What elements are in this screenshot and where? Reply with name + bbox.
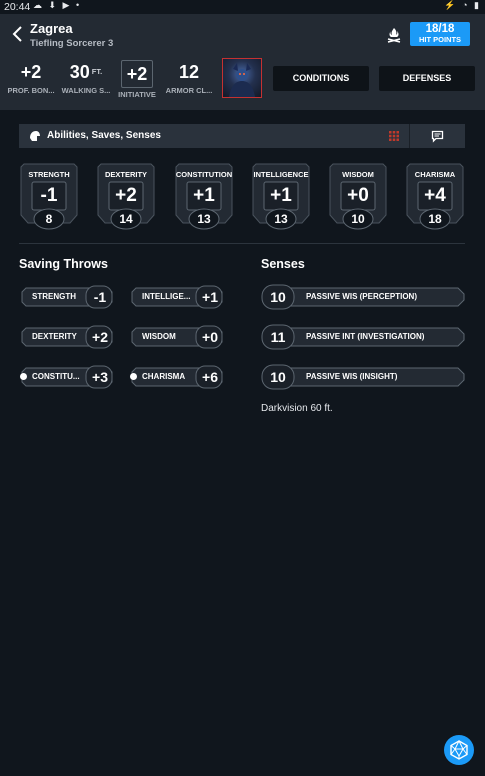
save-label: CONSTITU... — [32, 372, 80, 381]
ability-charisma[interactable]: CHARISMA +4 18 — [406, 163, 464, 232]
sense-value: 10 — [270, 289, 286, 305]
sense-label: PASSIVE INT (INVESTIGATION) — [306, 332, 425, 341]
ability-dexterity[interactable]: DEXTERITY +2 14 — [97, 163, 155, 232]
save-value: -1 — [93, 289, 107, 305]
save-value: +6 — [202, 369, 218, 385]
short-rest-campfire-icon[interactable] — [386, 27, 402, 43]
ability-name: STRENGTH — [28, 170, 70, 179]
ability-modifier: +2 — [115, 185, 137, 206]
save-constitution[interactable]: CONSTITU... +3 — [20, 364, 114, 390]
sense-label: PASSIVE WIS (PERCEPTION) — [306, 292, 417, 301]
ability-score: 13 — [197, 212, 211, 226]
save-label: CHARISMA — [142, 372, 186, 381]
sense-passive-perception[interactable]: 10 PASSIVE WIS (PERCEPTION) — [261, 284, 466, 310]
character-avatar[interactable] — [222, 58, 262, 98]
walking-speed-value: 30 — [69, 62, 90, 82]
character-header: Zagrea Tiefling Sorcerer 3 18/18 HIT POI… — [0, 14, 485, 110]
back-arrow-icon[interactable] — [10, 24, 26, 44]
notification-icons: ☁ ⬇ ▶ • — [33, 0, 82, 10]
walking-speed[interactable]: 30 FT. WALKING S... — [58, 62, 114, 95]
ability-modifier: +1 — [270, 185, 292, 206]
ability-score: 14 — [119, 212, 133, 226]
ability-name: INTELLIGENCE — [253, 170, 309, 179]
ability-wisdom[interactable]: WISDOM +0 10 — [329, 163, 387, 232]
darkvision-note: Darkvision 60 ft. — [261, 403, 333, 414]
proficiency-dot-icon — [130, 373, 137, 380]
ability-name: WISDOM — [342, 170, 374, 179]
save-label: DEXTERITY — [32, 332, 77, 341]
ability-score: 13 — [274, 212, 288, 226]
character-name: Zagrea — [30, 21, 73, 36]
hit-points-button[interactable]: 18/18 HIT POINTS — [410, 22, 470, 46]
chat-bubble-icon[interactable] — [431, 130, 444, 143]
ability-name: DEXTERITY — [104, 170, 148, 179]
section-separator — [409, 124, 410, 148]
save-label: STRENGTH — [32, 292, 76, 301]
save-label: INTELLIGE... — [142, 292, 191, 301]
ability-modifier: -1 — [40, 185, 58, 206]
grid-menu-icon[interactable] — [389, 131, 399, 141]
save-intelligence[interactable]: INTELLIGE... +1 — [130, 284, 224, 310]
proficiency-bonus[interactable]: +2 PROF. BON... — [4, 62, 58, 95]
section-selector[interactable]: Abilities, Saves, Senses — [19, 124, 465, 148]
ability-modifier: +4 — [424, 185, 446, 206]
armor-class[interactable]: 12 ARMOR CL... — [162, 62, 216, 95]
ability-modifier: +1 — [193, 185, 215, 206]
ability-strength[interactable]: STRENGTH -1 8 — [20, 163, 78, 232]
initiative-value[interactable]: +2 — [121, 60, 153, 88]
save-value: +3 — [92, 369, 108, 385]
initiative: INITIATIVE — [114, 88, 160, 99]
walking-speed-label: WALKING S... — [61, 86, 111, 95]
ability-name: CONSTITUTION — [175, 170, 233, 179]
proficiency-bonus-label: PROF. BON... — [7, 86, 55, 95]
proficiency-dot-icon — [20, 373, 27, 380]
proficiency-bonus-value: +2 — [20, 62, 42, 82]
sense-passive-investigation[interactable]: 11 PASSIVE INT (INVESTIGATION) — [261, 324, 466, 350]
ability-modifier: +0 — [347, 185, 369, 206]
ability-name: CHARISMA — [414, 170, 456, 179]
senses-title: Senses — [261, 257, 305, 271]
save-strength[interactable]: STRENGTH -1 — [20, 284, 114, 310]
status-bar: 20:44 ☁ ⬇ ▶ • ⚡ ◔ ▮ — [0, 0, 485, 14]
hit-points-value: 18/18 — [425, 23, 455, 35]
character-subtitle: Tiefling Sorcerer 3 — [30, 38, 114, 49]
d20-icon — [450, 739, 468, 760]
conditions-button[interactable]: CONDITIONS — [273, 66, 369, 91]
system-icons: ⚡ ◔ ▮ — [444, 0, 481, 10]
save-value: +0 — [202, 329, 218, 345]
save-label: WISDOM — [142, 332, 176, 341]
saving-throws-title: Saving Throws — [19, 257, 108, 271]
ability-score: 10 — [351, 212, 365, 226]
save-wisdom[interactable]: WISDOM +0 — [130, 324, 224, 350]
sense-passive-insight[interactable]: 10 PASSIVE WIS (INSIGHT) — [261, 364, 466, 390]
ability-constitution[interactable]: CONSTITUTION +1 13 — [175, 163, 233, 232]
helmet-icon — [30, 131, 40, 141]
ability-score: 18 — [428, 212, 442, 226]
avatar-portrait-icon — [229, 63, 255, 97]
save-value: +2 — [92, 329, 108, 345]
walking-speed-unit: FT. — [91, 67, 103, 76]
save-value: +1 — [202, 289, 218, 305]
dice-roller-button[interactable] — [444, 735, 474, 765]
sense-label: PASSIVE WIS (INSIGHT) — [306, 372, 398, 381]
sense-value: 10 — [270, 369, 286, 385]
save-dexterity[interactable]: DEXTERITY +2 — [20, 324, 114, 350]
save-charisma[interactable]: CHARISMA +6 — [130, 364, 224, 390]
initiative-label: INITIATIVE — [118, 90, 156, 99]
sense-value: 11 — [270, 329, 286, 345]
ability-score: 8 — [45, 212, 53, 226]
section-divider — [19, 243, 465, 244]
section-title: Abilities, Saves, Senses — [47, 130, 161, 141]
hit-points-label: HIT POINTS — [418, 35, 462, 44]
status-time: 20:44 — [4, 1, 31, 13]
armor-class-label: ARMOR CL... — [165, 86, 213, 95]
defenses-button[interactable]: DEFENSES — [379, 66, 475, 91]
armor-class-value: 12 — [178, 62, 200, 82]
ability-intelligence[interactable]: INTELLIGENCE +1 13 — [252, 163, 310, 232]
